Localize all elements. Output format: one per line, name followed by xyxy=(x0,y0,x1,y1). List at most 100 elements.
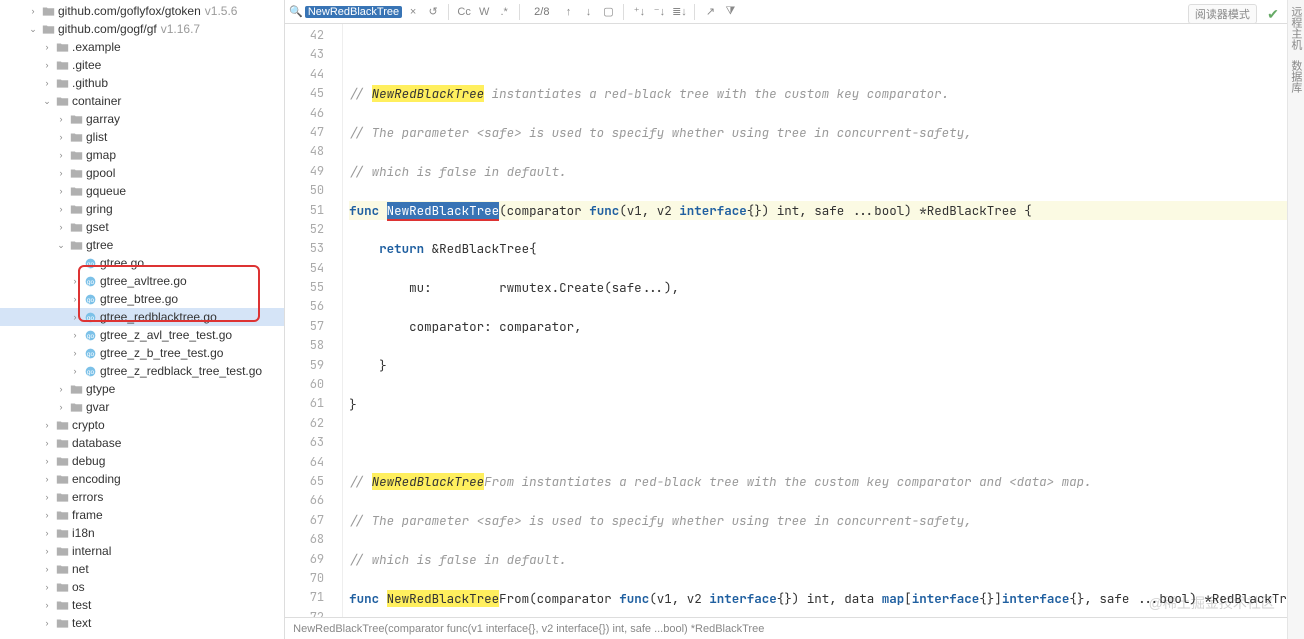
chevron-icon[interactable]: › xyxy=(56,146,66,164)
tree-node[interactable]: › internal xyxy=(0,542,284,560)
tree-node[interactable]: ›gogtree_btree.go xyxy=(0,290,284,308)
tree-node[interactable]: gogtree.go xyxy=(0,254,284,272)
tree-node[interactable]: ›encoding xyxy=(0,470,284,488)
gofile-icon: go xyxy=(83,292,97,306)
tree-node[interactable]: ›crypto xyxy=(0,416,284,434)
chevron-icon[interactable]: › xyxy=(42,542,52,560)
chevron-icon[interactable]: › xyxy=(56,182,66,200)
tree-node-label: net xyxy=(72,560,89,578)
code-line: } xyxy=(349,356,1287,375)
tree-node[interactable]: ›.gitee xyxy=(0,56,284,74)
chevron-icon[interactable]: › xyxy=(56,398,66,416)
chevron-icon[interactable]: › xyxy=(56,110,66,128)
tree-node[interactable]: ›database xyxy=(0,434,284,452)
tree-node[interactable]: ›os xyxy=(0,578,284,596)
chevron-icon[interactable]: › xyxy=(70,344,80,362)
tree-node[interactable]: ›gvar xyxy=(0,398,284,416)
tree-node[interactable]: ›gset xyxy=(0,218,284,236)
chevron-icon[interactable]: › xyxy=(42,506,52,524)
tree-node[interactable]: ›gogtree_redblacktree.go xyxy=(0,308,284,326)
export-icon[interactable]: ↗ xyxy=(701,5,719,18)
code-line: func NewRedBlackTreeFrom(comparator func… xyxy=(349,589,1287,608)
chevron-icon[interactable]: › xyxy=(42,596,52,614)
code-editor[interactable]: // NewRedBlackTree instantiates a red-bl… xyxy=(343,24,1287,617)
add-selection-icon[interactable]: ⁺↓ xyxy=(630,5,648,18)
tree-node[interactable]: ›text xyxy=(0,614,284,632)
tree-node[interactable]: › net xyxy=(0,560,284,578)
tree-node[interactable]: ›github.com/goflyfox/gtokenv1.5.6 xyxy=(0,2,284,20)
tree-node[interactable]: ›.example xyxy=(0,38,284,56)
project-tree-sidebar[interactable]: ›github.com/goflyfox/gtokenv1.5.6⌄github… xyxy=(0,0,285,639)
chevron-icon[interactable]: › xyxy=(42,560,52,578)
chevron-icon[interactable]: ⌄ xyxy=(56,236,66,254)
folder-icon xyxy=(55,544,69,558)
tree-node[interactable]: ⌄github.com/gogf/gfv1.16.7 xyxy=(0,20,284,38)
chevron-icon[interactable]: › xyxy=(42,470,52,488)
folder-icon xyxy=(55,562,69,576)
tree-node[interactable]: ›gqueue xyxy=(0,182,284,200)
chevron-icon[interactable]: › xyxy=(28,2,38,20)
chevron-icon[interactable]: › xyxy=(42,524,52,542)
whole-word-toggle[interactable]: W xyxy=(475,6,493,18)
tree-node[interactable]: ›gogtree_avltree.go xyxy=(0,272,284,290)
database-tool[interactable]: 数据库 xyxy=(1288,60,1304,93)
next-match-icon[interactable]: ↓ xyxy=(579,6,597,18)
breadcrumb[interactable]: NewRedBlackTree(comparator func(v1 inter… xyxy=(285,617,1287,639)
tree-node-label: internal xyxy=(72,542,111,560)
chevron-icon[interactable]: › xyxy=(42,416,52,434)
tree-node[interactable]: ›errors xyxy=(0,488,284,506)
select-all-icon[interactable]: ⁻↓ xyxy=(650,5,668,18)
search-query[interactable]: NewRedBlackTree xyxy=(305,6,402,18)
match-count: 2/8 xyxy=(534,6,549,18)
tree-node[interactable]: ›test xyxy=(0,596,284,614)
tree-node[interactable]: ›gmap xyxy=(0,146,284,164)
remote-host-tool[interactable]: 远程主机 xyxy=(1288,6,1304,50)
filter-icon[interactable]: ⧩ xyxy=(721,5,739,18)
chevron-icon[interactable]: › xyxy=(56,380,66,398)
chevron-icon[interactable]: › xyxy=(70,362,80,380)
chevron-icon[interactable]: › xyxy=(42,488,52,506)
match-case-toggle[interactable]: Cc xyxy=(455,6,473,18)
tree-node[interactable]: ⌄gtree xyxy=(0,236,284,254)
svg-text:go: go xyxy=(86,278,94,285)
tree-node[interactable]: ›i18n xyxy=(0,524,284,542)
clear-search-icon[interactable]: × xyxy=(404,6,422,18)
tree-node[interactable]: ›gring xyxy=(0,200,284,218)
tree-node[interactable]: ›debug xyxy=(0,452,284,470)
prev-match-icon[interactable]: ↑ xyxy=(559,6,577,18)
tree-node[interactable]: ›gpool xyxy=(0,164,284,182)
tree-node[interactable]: ›gogtree_z_redblack_tree_test.go xyxy=(0,362,284,380)
remove-selection-icon[interactable]: ≣↓ xyxy=(670,5,688,18)
tree-node[interactable]: ›gogtree_z_avl_tree_test.go xyxy=(0,326,284,344)
open-in-window-icon[interactable]: ▢ xyxy=(599,5,617,18)
tree-node[interactable]: › glist xyxy=(0,128,284,146)
chevron-icon[interactable]: › xyxy=(56,200,66,218)
chevron-icon[interactable]: › xyxy=(70,326,80,344)
regex-toggle[interactable]: .* xyxy=(495,6,513,18)
tree-node[interactable]: ›garray xyxy=(0,110,284,128)
chevron-icon[interactable]: › xyxy=(42,38,52,56)
chevron-icon[interactable]: ⌄ xyxy=(42,92,52,110)
reader-mode-badge[interactable]: 阅读器模式 xyxy=(1188,4,1257,24)
chevron-icon[interactable]: › xyxy=(42,74,52,92)
tree-node[interactable]: ›gtype xyxy=(0,380,284,398)
tree-node[interactable]: ›frame xyxy=(0,506,284,524)
tree-node[interactable]: ›gogtree_z_b_tree_test.go xyxy=(0,344,284,362)
chevron-icon[interactable]: › xyxy=(42,578,52,596)
chevron-icon[interactable]: › xyxy=(56,164,66,182)
chevron-icon[interactable]: › xyxy=(42,452,52,470)
chevron-icon[interactable]: › xyxy=(56,128,66,146)
tree-node-label: glist xyxy=(86,128,107,146)
chevron-icon[interactable]: › xyxy=(70,290,80,308)
inspection-ok-icon[interactable]: ✔ xyxy=(1267,6,1279,23)
chevron-icon[interactable]: › xyxy=(42,56,52,74)
chevron-icon[interactable]: › xyxy=(70,308,80,326)
chevron-icon[interactable]: › xyxy=(42,434,52,452)
chevron-icon[interactable]: ⌄ xyxy=(28,20,38,38)
tree-node[interactable]: ›.github xyxy=(0,74,284,92)
chevron-icon[interactable]: › xyxy=(70,272,80,290)
history-icon[interactable]: ↺ xyxy=(424,5,442,18)
tree-node[interactable]: ⌄container xyxy=(0,92,284,110)
chevron-icon[interactable]: › xyxy=(56,218,66,236)
chevron-icon[interactable]: › xyxy=(42,614,52,632)
